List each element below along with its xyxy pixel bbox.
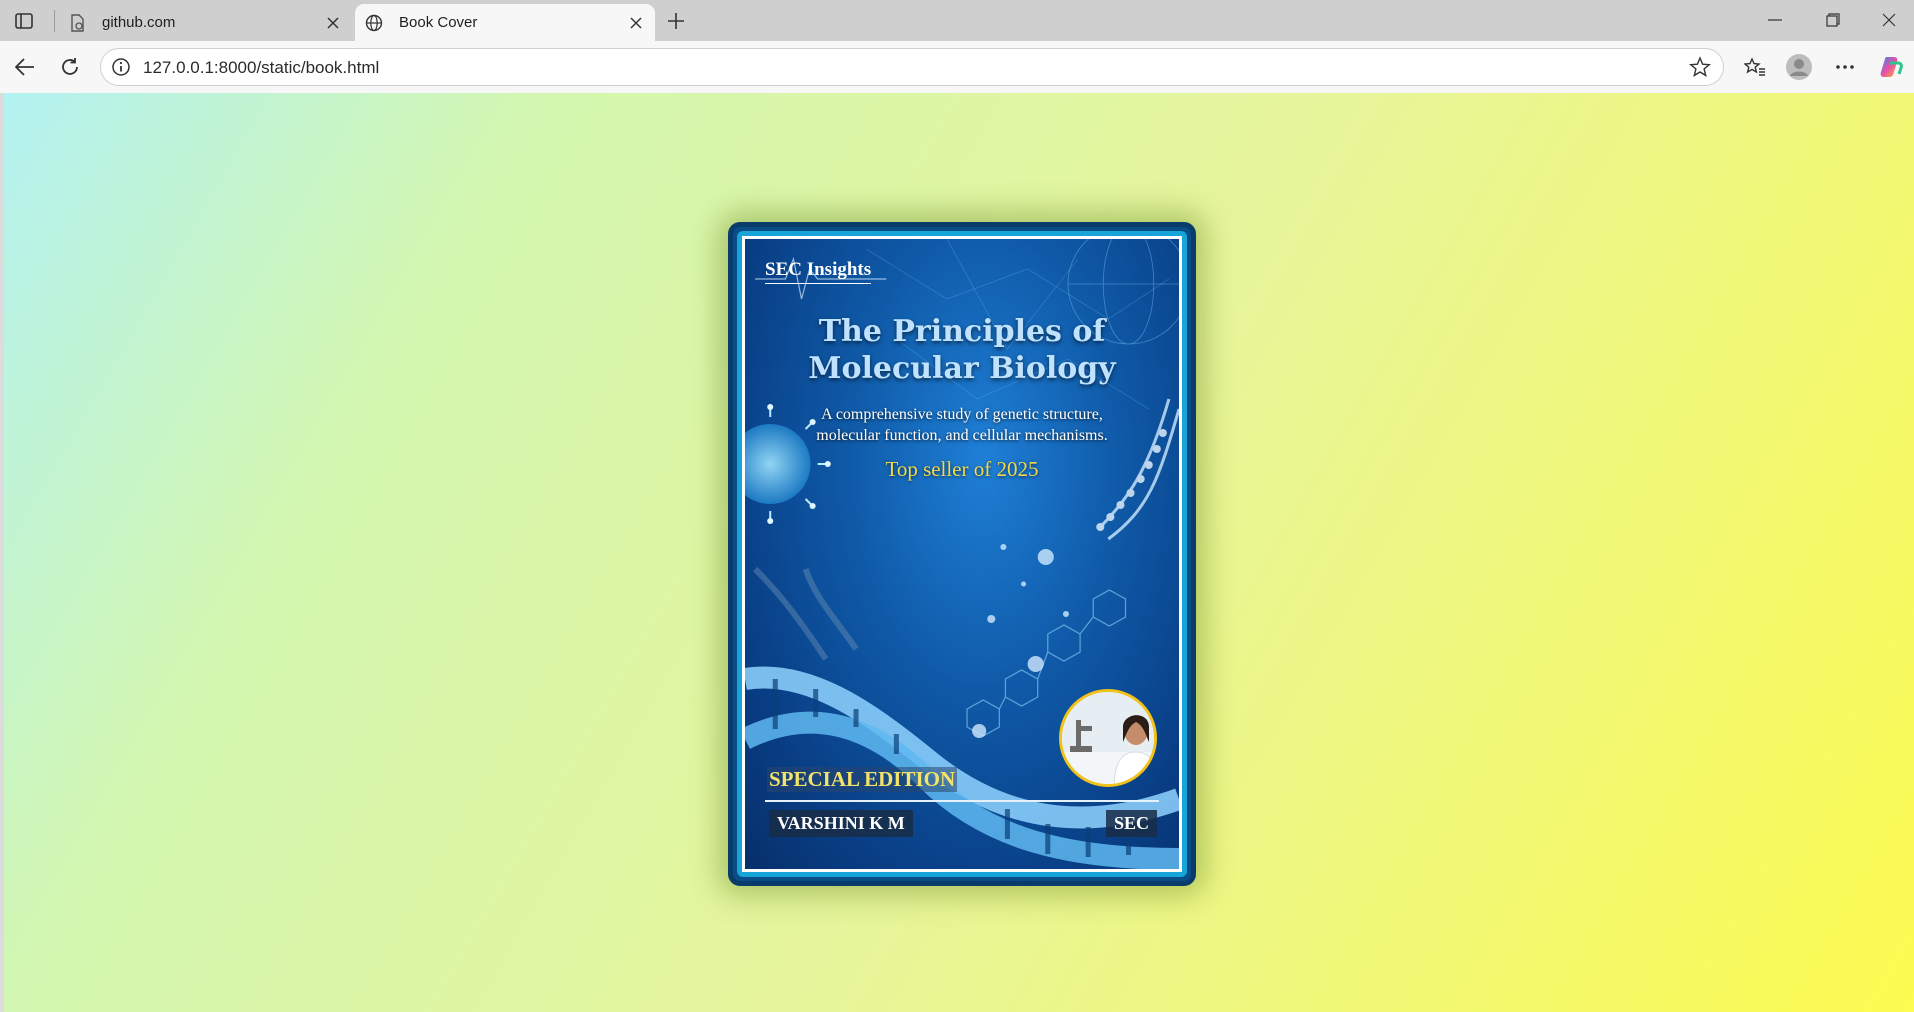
tab-separator bbox=[54, 10, 55, 32]
close-icon[interactable] bbox=[320, 10, 346, 36]
book-cover-border: SEC Insights The Principles of Molecular… bbox=[737, 231, 1187, 877]
back-icon[interactable] bbox=[8, 50, 42, 84]
tab-title: Book Cover bbox=[399, 14, 478, 31]
top-seller-tagline: Top seller of 2025 bbox=[885, 457, 1039, 481]
tab-strip: github.com Book Cover bbox=[0, 0, 1914, 41]
scientist-photo bbox=[1059, 689, 1157, 787]
document-icon bbox=[66, 12, 88, 34]
tab-github[interactable]: github.com bbox=[58, 4, 352, 41]
address-bar[interactable]: 127.0.0.1:8000/static/book.html bbox=[100, 48, 1724, 86]
book-title-line2: Molecular Biology bbox=[808, 351, 1116, 386]
book-subtitle: A comprehensive study of genetic structu… bbox=[785, 404, 1139, 446]
globe-icon bbox=[363, 12, 385, 34]
navigation-bar: 127.0.0.1:8000/static/book.html bbox=[0, 41, 1914, 93]
profile-avatar-icon[interactable] bbox=[1782, 50, 1816, 84]
bubbles-graphic bbox=[972, 544, 1069, 738]
favorite-star-icon[interactable] bbox=[1689, 56, 1711, 78]
subtitle-line2: molecular function, and cellular mechani… bbox=[816, 427, 1108, 444]
book-title: The Principles of Molecular Biology bbox=[745, 313, 1179, 387]
tab-title: github.com bbox=[102, 14, 176, 31]
tab-book-cover[interactable]: Book Cover bbox=[355, 4, 655, 41]
new-tab-button[interactable] bbox=[663, 8, 689, 34]
book-title-line1: The Principles of bbox=[818, 314, 1106, 349]
reload-icon[interactable] bbox=[53, 50, 87, 84]
book-cover-mat: SEC Insights The Principles of Molecular… bbox=[742, 236, 1182, 872]
chromosome-graphic bbox=[752, 566, 859, 661]
cover-divider bbox=[765, 800, 1159, 802]
more-options-icon[interactable] bbox=[1828, 50, 1862, 84]
restore-icon[interactable] bbox=[1816, 6, 1850, 34]
publisher-label: SEC Insights bbox=[765, 259, 872, 284]
site-info-icon[interactable] bbox=[111, 57, 131, 77]
sidebar-toggle-icon[interactable] bbox=[12, 9, 36, 33]
close-icon[interactable] bbox=[623, 10, 649, 36]
url-text: 127.0.0.1:8000/static/book.html bbox=[143, 58, 380, 77]
author-name: VARSHINI K M bbox=[769, 810, 913, 837]
book-cover: SEC Insights The Principles of Molecular… bbox=[745, 239, 1179, 869]
favorites-icon[interactable] bbox=[1738, 50, 1772, 84]
close-window-icon[interactable] bbox=[1872, 6, 1906, 34]
special-edition-label: SPECIAL EDITION bbox=[767, 767, 958, 792]
book-cover-frame: SEC Insights The Principles of Molecular… bbox=[728, 222, 1196, 886]
subtitle-line1: A comprehensive study of genetic structu… bbox=[821, 406, 1103, 423]
imprint-label: SEC bbox=[1105, 810, 1157, 837]
copilot-icon[interactable] bbox=[1874, 50, 1908, 84]
page-viewport: SEC Insights The Principles of Molecular… bbox=[4, 93, 1914, 1012]
minimize-icon[interactable] bbox=[1758, 6, 1792, 34]
